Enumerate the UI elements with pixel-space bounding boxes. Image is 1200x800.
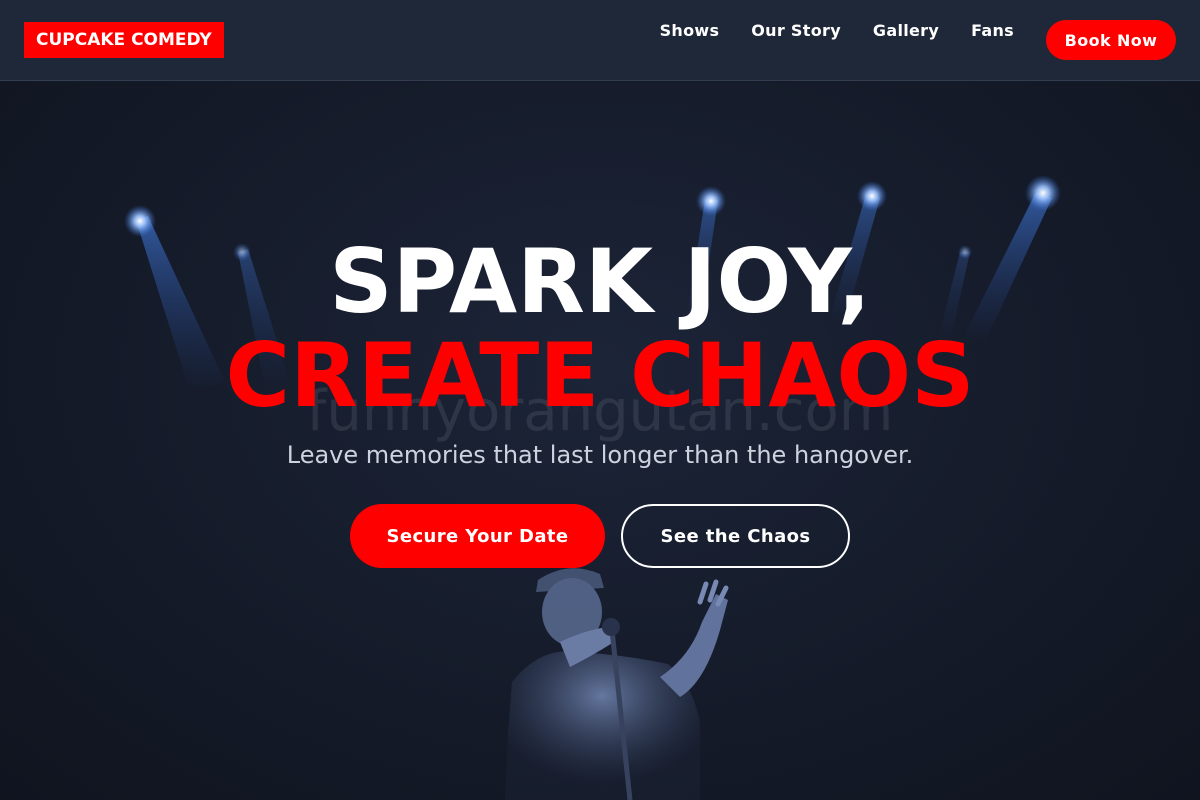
brand-logo[interactable]: CUPCAKE COMEDY (24, 22, 224, 58)
hero-headline-line2: CREATE CHAOS (225, 324, 975, 427)
book-now-button[interactable]: Book Now (1046, 20, 1176, 60)
nav-link-shows[interactable]: Shows (660, 21, 720, 40)
top-navigation: CUPCAKE COMEDY Shows Our Story Gallery F… (0, 0, 1200, 81)
nav-link-fans[interactable]: Fans (971, 21, 1014, 40)
nav-link-gallery[interactable]: Gallery (873, 21, 939, 40)
nav-link-our-story[interactable]: Our Story (751, 21, 841, 40)
hero-section: SPARK JOY, funnyorangutan.com CREATE CHA… (0, 82, 1200, 800)
nav-links: Shows Our Story Gallery Fans (660, 21, 1014, 40)
see-the-chaos-button[interactable]: See the Chaos (621, 504, 850, 568)
secure-your-date-button[interactable]: Secure Your Date (350, 504, 605, 568)
hero-subtitle: Leave memories that last longer than the… (286, 441, 914, 469)
comedian-silhouette (505, 568, 729, 800)
hero-headline-line1: SPARK JOY, (329, 230, 871, 333)
